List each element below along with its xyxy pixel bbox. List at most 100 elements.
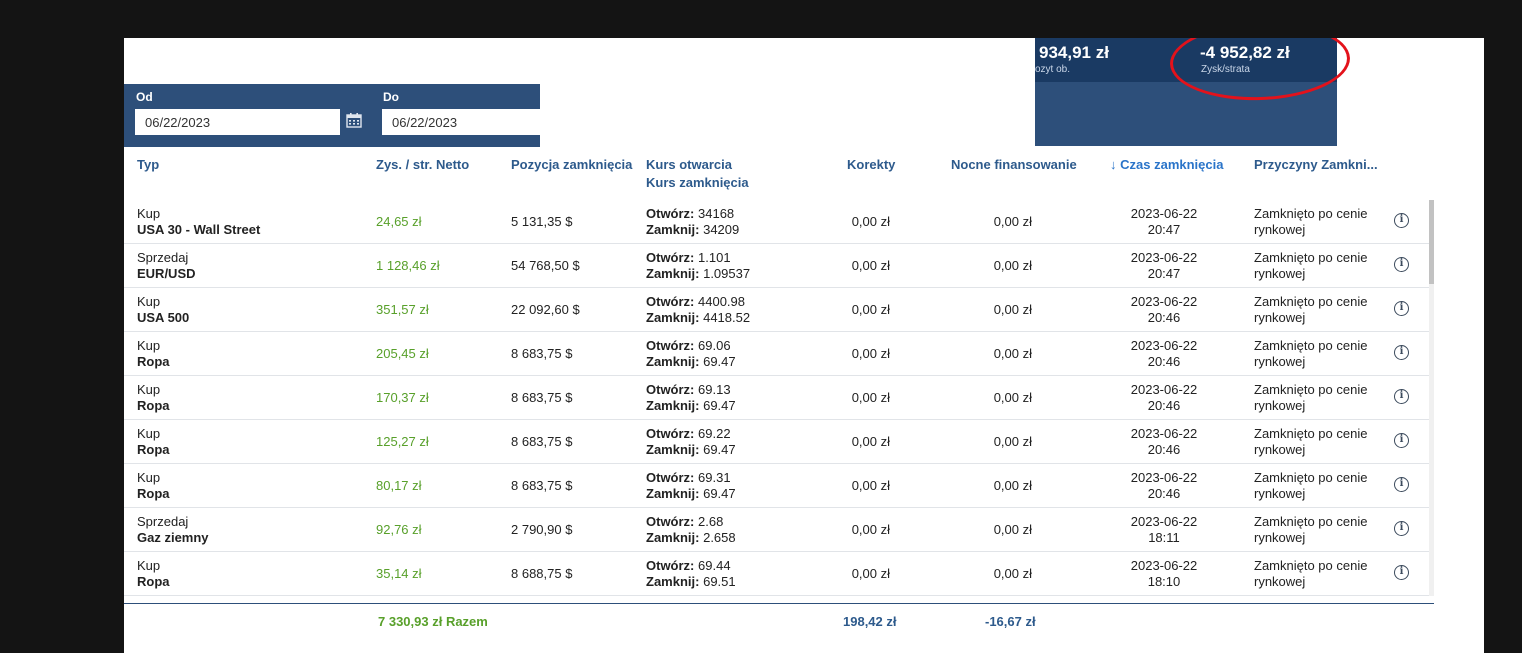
open-rate: 4400.98: [698, 294, 746, 309]
cell-pl-net: 35,14 zł: [376, 566, 422, 581]
close-reason-line1: Zamknięto po cenie: [1254, 514, 1368, 529]
instrument-name: Ropa: [137, 486, 170, 501]
header-reasons[interactable]: Przyczyny Zamkni...: [1254, 156, 1378, 174]
cell-closed-position: 8 683,75 $: [511, 346, 573, 361]
table-row[interactable]: Kup USA 30 - Wall Street 24,65 zł 5 131,35 …: [124, 200, 1429, 244]
cell-overnight: 0,00 zł: [993, 214, 1032, 229]
close-reason-line2: rynkowej: [1254, 310, 1306, 325]
cell-pl-net: 24,65 zł: [376, 214, 422, 229]
open-label: Otwórz:: [646, 294, 695, 309]
table-row[interactable]: Kup Ropa 35,14 zł 8 688,75 $ Otwórz: 69.44 Za…: [124, 552, 1429, 596]
header-overnight[interactable]: Nocne finansowanie: [951, 156, 1077, 174]
info-icon[interactable]: i: [1394, 433, 1409, 448]
close-time: 20:46: [1147, 398, 1181, 413]
close-rate: 2.658: [703, 530, 736, 545]
close-reason-line1: Zamknięto po cenie: [1254, 206, 1368, 221]
close-label: Zamknij:: [646, 266, 700, 281]
cell-close-reason: Zamknięto po cenie rynkowej: [1254, 250, 1367, 282]
close-date: 2023-06-22: [1130, 558, 1198, 573]
cell-type: Sprzedaj Gaz ziemny: [137, 514, 209, 546]
instrument-name: USA 500: [137, 310, 190, 325]
table-row[interactable]: Kup USA 500 351,57 zł 22 092,60 $ Otwórz: 44…: [124, 288, 1429, 332]
open-label: Otwórz:: [646, 382, 695, 397]
cell-type: Kup Ropa: [137, 382, 170, 414]
open-rate: 69.22: [698, 426, 731, 441]
table-row[interactable]: Kup Ropa 125,27 zł 8 683,75 $ Otwórz: 69.22 Z…: [124, 420, 1429, 464]
to-date-input[interactable]: [382, 109, 540, 135]
positions-table-body: Kup USA 30 - Wall Street 24,65 zł 5 131,35 …: [124, 200, 1429, 596]
close-label: Zamknij:: [646, 442, 700, 457]
cell-close-reason: Zamknięto po cenie rynkowej: [1254, 514, 1367, 546]
date-filter: Od Do: [124, 84, 540, 147]
info-icon[interactable]: i: [1394, 213, 1409, 228]
table-row[interactable]: Sprzedaj EUR/USD 1 128,46 zł 54 768,50 $ Otw…: [124, 244, 1429, 288]
deposit-value: 934,91 zł: [1039, 43, 1109, 62]
close-rate: 34209: [703, 222, 740, 237]
close-reason-line2: rynkowej: [1254, 354, 1306, 369]
open-rate: 69.44: [698, 558, 731, 573]
cell-closed-position: 8 683,75 $: [511, 478, 573, 493]
sort-down-arrow-icon: ↓: [1110, 157, 1117, 172]
cell-pl-net: 170,37 zł: [376, 390, 429, 405]
close-time: 20:46: [1147, 486, 1181, 501]
close-time: 18:11: [1148, 530, 1180, 545]
cell-type: Kup Ropa: [137, 558, 170, 590]
info-icon[interactable]: i: [1394, 521, 1409, 536]
info-icon[interactable]: i: [1394, 345, 1409, 360]
cell-corrections: 0,00 zł: [851, 478, 890, 493]
cell-type: Kup Ropa: [137, 470, 170, 502]
open-label: Otwórz:: [646, 250, 695, 265]
close-label: Zamknij:: [646, 310, 700, 325]
table-row[interactable]: Sprzedaj Gaz ziemny 92,76 zł 2 790,90 $ Otwó…: [124, 508, 1429, 552]
close-rate: 69.47: [703, 354, 736, 369]
cell-close-reason: Zamknięto po cenie rynkowej: [1254, 382, 1367, 414]
table-row[interactable]: Kup Ropa 170,37 zł 8 683,75 $ Otwórz: 69.13 Z…: [124, 376, 1429, 420]
close-label: Zamknij:: [646, 530, 700, 545]
trade-direction: Kup: [137, 558, 161, 573]
close-date: 2023-06-22: [1130, 514, 1198, 529]
header-type[interactable]: Typ: [137, 156, 159, 174]
cell-close-reason: Zamknięto po cenie rynkowej: [1254, 206, 1367, 238]
open-label: Otwórz:: [646, 338, 695, 353]
cell-close-reason: Zamknięto po cenie rynkowej: [1254, 470, 1367, 502]
cell-type: Sprzedaj EUR/USD: [137, 250, 196, 282]
cell-closed-position: 8 688,75 $: [511, 566, 573, 581]
info-icon[interactable]: i: [1394, 565, 1409, 580]
header-pl-net[interactable]: Zys. / str. Netto: [376, 156, 469, 174]
cell-overnight: 0,00 zł: [993, 390, 1032, 405]
scrollbar-thumb[interactable]: [1429, 200, 1434, 284]
closed-positions-panel: 934,91 zł ozyt ob. -4 952,82 zł Zysk/str…: [124, 38, 1484, 653]
instrument-name: EUR/USD: [137, 266, 196, 281]
cell-close-time: 2023-06-22 20:46: [1110, 382, 1218, 414]
header-corrections[interactable]: Korekty: [847, 156, 895, 174]
close-reason-line2: rynkowej: [1254, 574, 1306, 589]
table-row[interactable]: Kup Ropa 205,45 zł 8 683,75 $ Otwórz: 69.06 Z…: [124, 332, 1429, 376]
deposit-label: ozyt ob.: [1035, 64, 1071, 75]
close-date: 2023-06-22: [1130, 294, 1198, 309]
header-closed-position[interactable]: Pozycja zamknięcia: [511, 156, 632, 174]
info-icon[interactable]: i: [1394, 301, 1409, 316]
info-icon[interactable]: i: [1394, 389, 1409, 404]
close-reason-line2: rynkowej: [1254, 442, 1306, 457]
trade-direction: Kup: [137, 382, 161, 397]
header-rates[interactable]: Kurs otwarcia Kurs zamknięcia: [646, 156, 749, 192]
calendar-icon[interactable]: [346, 112, 362, 128]
close-label: Zamknij:: [646, 486, 700, 501]
info-icon[interactable]: i: [1394, 477, 1409, 492]
total-corrections: 198,42 zł: [843, 614, 897, 629]
cell-close-time: 2023-06-22 18:10: [1110, 558, 1218, 590]
from-date-input[interactable]: [135, 109, 340, 135]
from-label: Od: [136, 90, 153, 104]
table-row[interactable]: Kup Ropa 80,17 zł 8 683,75 $ Otwórz: 69.31 Za…: [124, 464, 1429, 508]
cell-close-time: 2023-06-22 20:46: [1110, 294, 1218, 326]
close-date: 2023-06-22: [1130, 206, 1198, 221]
cell-closed-position: 54 768,50 $: [511, 258, 580, 273]
instrument-name: Ropa: [137, 354, 170, 369]
header-close-time[interactable]: ↓ Czas zamknięcia: [1110, 156, 1223, 174]
close-date: 2023-06-22: [1130, 470, 1198, 485]
cell-pl-net: 205,45 zł: [376, 346, 429, 361]
table-scrollbar[interactable]: [1429, 200, 1434, 596]
cell-rates: Otwórz: 69.31 Zamknij: 69.47: [646, 470, 736, 502]
info-icon[interactable]: i: [1394, 257, 1409, 272]
close-date: 2023-06-22: [1130, 426, 1198, 441]
